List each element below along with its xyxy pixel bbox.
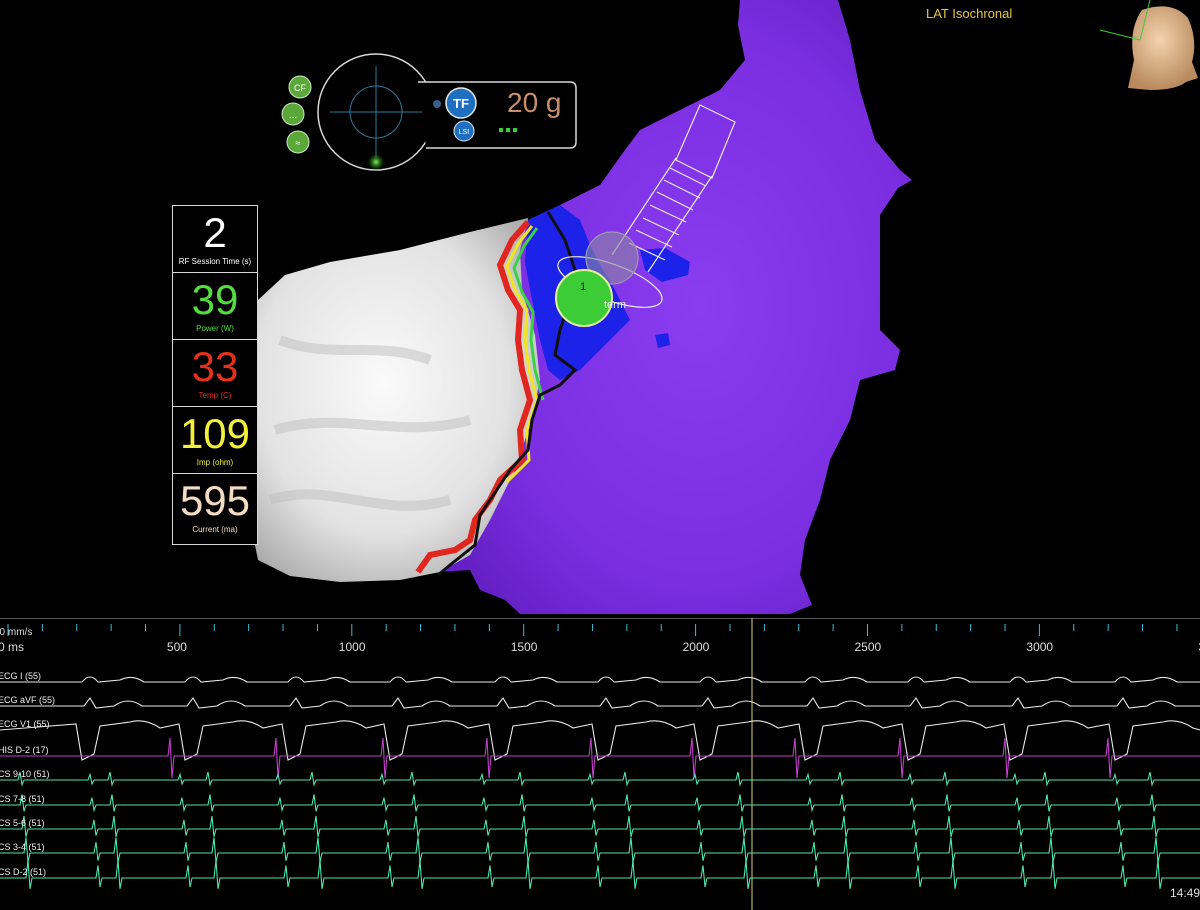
ablation-tag-marker[interactable]: [555, 269, 613, 327]
timeline-tick-label: 3000: [1026, 640, 1053, 654]
channel-trace: [0, 720, 1200, 761]
rf-temperature-label: Temp (C): [198, 391, 232, 400]
force-indicator-dots: [499, 128, 517, 132]
ablation-tag-index: 1: [580, 281, 586, 293]
rf-session-time-value: 2: [203, 209, 227, 256]
channel-trace: [0, 676, 1200, 683]
channel-trace: [0, 737, 1200, 779]
timeline-tick-label: 1500: [511, 640, 538, 654]
channel-trace: [0, 697, 1200, 709]
rf-impedance: 109 Imp (ohm): [173, 407, 257, 474]
channel-labels: ECG I (55) ECG aVF (55) ECG V1 (55) HIS D-2…: [0, 671, 55, 877]
timeline-ruler: [7, 624, 1178, 636]
map-view-title: LAT Isochronal: [926, 6, 1013, 21]
vector-button[interactable]: ≈: [286, 130, 310, 154]
rf-session-time-label: RF Session Time (s): [178, 257, 252, 266]
timeline-start-label: 0 ms: [0, 640, 24, 654]
rf-session-time: 2 RF Session Time (s): [173, 206, 257, 273]
tf-button[interactable]: TF: [445, 87, 477, 119]
rf-impedance-value: 109: [179, 410, 251, 457]
timeline-scale-label: 10 mm/s: [0, 627, 32, 638]
rf-power: 39 Power (W): [173, 273, 257, 340]
channel-trace: [0, 837, 1200, 863]
channel-trace: [0, 859, 1200, 889]
channel-traces: [0, 676, 1200, 889]
rf-impedance-label: Imp (ohm): [196, 458, 234, 467]
channel-label[interactable]: HIS D-2 (17): [0, 745, 49, 755]
timeline-tick-label: 1000: [339, 640, 366, 654]
channel-label[interactable]: ECG I (55): [0, 671, 41, 681]
rf-current-value: 595: [179, 477, 251, 524]
rf-current: 595 Current (ma): [173, 474, 257, 541]
channel-trace: [0, 794, 1200, 813]
rf-temperature: 33 Temp (C): [173, 340, 257, 407]
channel-label[interactable]: CS 5-6 (51): [0, 818, 45, 828]
channel-label[interactable]: CS 3-4 (51): [0, 842, 45, 852]
svg-text:…: …: [289, 110, 298, 120]
svg-text:TF: TF: [453, 96, 469, 111]
channel-trace: [0, 815, 1200, 837]
contact-force-value: 20 g: [507, 87, 562, 118]
rf-temperature-value: 33: [191, 343, 239, 390]
ablation-tag-label: term: [604, 299, 626, 311]
channel-label[interactable]: CS 7-8 (51): [0, 794, 45, 804]
clock: 14:49: [1169, 886, 1200, 900]
svg-text:CF: CF: [294, 83, 306, 93]
rf-current-label: Current (ma): [192, 525, 238, 534]
lsi-button[interactable]: LSI: [453, 120, 475, 142]
cf-button[interactable]: CF: [288, 75, 312, 99]
rf-power-value: 39: [191, 276, 239, 323]
timeline-tick-labels: 5001000150020002500300035004000450050005…: [167, 640, 1200, 654]
rf-ablation-panel: 2 RF Session Time (s) 39 Power (W) 33 Te…: [172, 205, 258, 545]
rf-power-label: Power (W): [196, 324, 234, 333]
svg-text:LSI: LSI: [459, 129, 470, 136]
timeline-tick-label: 2000: [683, 640, 710, 654]
channel-trace: [0, 771, 1200, 787]
timeline-tick-label: 500: [167, 640, 187, 654]
svg-text:≈: ≈: [296, 138, 301, 148]
orientation-head-icon[interactable]: [1099, 0, 1198, 90]
channel-label[interactable]: CS D-2 (51): [0, 867, 46, 877]
channel-label[interactable]: ECG V1 (55): [0, 719, 50, 729]
signal-recording-panel[interactable]: 10 mm/s 0 ms 500100015002000250030003500…: [0, 618, 1200, 910]
channel-label[interactable]: CS 9-10 (51): [0, 769, 50, 779]
channel-label[interactable]: ECG aVF (55): [0, 695, 55, 705]
wave-button[interactable]: …: [281, 102, 305, 126]
timeline-tick-label: 2500: [855, 640, 882, 654]
